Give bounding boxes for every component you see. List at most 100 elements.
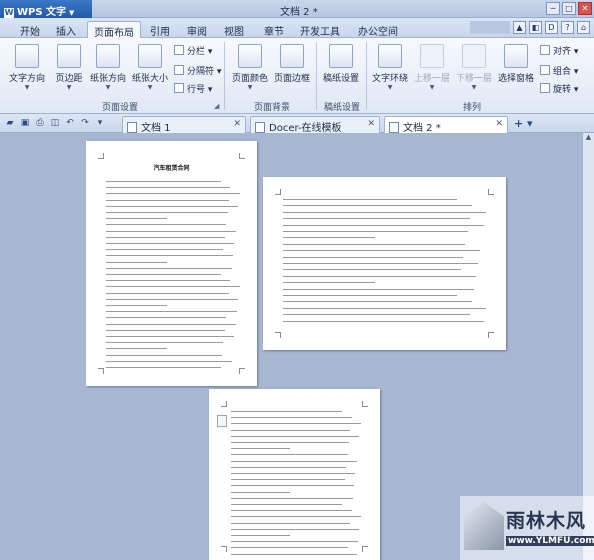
document-page-2[interactable] (263, 177, 506, 350)
tab-review[interactable]: 审阅 (181, 21, 213, 38)
tab-home[interactable]: 开始 (14, 21, 46, 38)
tab-page-layout[interactable]: 页面布局 (87, 21, 141, 39)
text-line (106, 261, 167, 263)
crop-mark (275, 332, 281, 338)
text-line (283, 218, 470, 220)
close-tab-icon[interactable]: ✕ (233, 119, 241, 129)
page-border-label: 页面边框 (273, 74, 310, 84)
orientation-button[interactable]: 纸张方向 ▼ (88, 44, 128, 91)
help-icon[interactable]: ? (561, 21, 574, 34)
print-icon[interactable]: ⎙ (34, 117, 46, 129)
manuscript-settings-button[interactable]: 稿纸设置 (320, 44, 362, 84)
user-account-area[interactable] (470, 21, 510, 34)
group-separator (316, 42, 317, 110)
docer-icon[interactable]: D (545, 21, 558, 34)
breaks-button[interactable]: 分隔符 ▾ (174, 64, 221, 77)
close-tab-icon[interactable]: ✕ (367, 119, 375, 129)
text-line (231, 485, 355, 487)
redo-icon[interactable]: ↷ (79, 117, 91, 129)
align-button[interactable]: 对齐 ▾ (540, 44, 578, 57)
document-page-3[interactable] (209, 389, 380, 560)
rotate-label: 旋转 (553, 85, 572, 95)
skin-icon[interactable]: ◧ (529, 21, 542, 34)
send-backward-button[interactable]: 下移一层 ▼ (454, 44, 494, 91)
dialog-launcher-icon[interactable]: ◢ (214, 102, 219, 110)
crop-mark (221, 546, 227, 552)
text-line (231, 423, 361, 425)
tab-insert[interactable]: 插入 (50, 21, 82, 38)
maximize-icon[interactable]: □ (562, 2, 576, 15)
text-line (231, 429, 351, 431)
scroll-up-icon[interactable]: ▲ (583, 133, 594, 143)
rotate-icon (540, 83, 550, 93)
text-line (231, 473, 356, 474)
group-separator (366, 42, 367, 110)
text-line (283, 275, 476, 277)
save-icon[interactable]: ▣ (19, 117, 31, 129)
breaks-icon (174, 65, 184, 75)
document-page-1[interactable]: 汽车租赁合同 (86, 141, 257, 386)
text-line (283, 295, 458, 296)
toolbar-more-icon[interactable]: ▾ (94, 117, 106, 129)
text-line (106, 236, 225, 238)
document-icon (217, 415, 227, 427)
tab-view[interactable]: 视图 (218, 21, 250, 38)
text-line (106, 181, 221, 182)
text-line (106, 193, 240, 195)
wrap-text-button[interactable]: 文字环绕 ▼ (370, 44, 410, 91)
document-icon (389, 122, 399, 133)
crop-mark (98, 368, 104, 374)
columns-button[interactable]: 分栏 ▾ (174, 44, 212, 57)
app-menu-button[interactable]: W WPS 文字 ▼ (0, 0, 92, 18)
open-folder-icon[interactable]: ▰ (4, 117, 16, 129)
crop-mark (488, 189, 494, 195)
new-tab-icon[interactable]: + ▾ (514, 117, 533, 130)
columns-icon (174, 45, 184, 55)
text-line (283, 243, 466, 245)
selection-pane-button[interactable]: 选择窗格 (496, 44, 536, 84)
tab-document-1[interactable]: 文档 1 ✕ (122, 116, 246, 134)
margins-label: 页边距 (55, 74, 83, 84)
page-color-button[interactable]: 页面颜色 ▼ (230, 44, 270, 91)
text-line (106, 286, 240, 288)
text-line (106, 342, 224, 344)
margins-button[interactable]: 页边距 ▼ (52, 44, 86, 91)
text-line (283, 224, 484, 226)
app-name: WPS 文字 (17, 7, 67, 18)
text-line (283, 314, 470, 316)
line-numbers-icon (174, 83, 184, 93)
group-icon (540, 65, 550, 75)
group-button[interactable]: 组合 ▾ (540, 64, 578, 77)
align-label: 对齐 (553, 47, 572, 57)
caret-up-icon[interactable]: ▲ (513, 21, 526, 34)
tab-section[interactable]: 章节 (258, 21, 290, 38)
paper-size-button[interactable]: 纸张大小 ▼ (130, 44, 170, 91)
text-line (231, 528, 360, 530)
text-line (231, 417, 352, 419)
line-numbers-button[interactable]: 行号 ▾ (174, 82, 212, 95)
print-preview-icon[interactable]: ◫ (49, 117, 61, 129)
orientation-label: 纸张方向 (89, 74, 126, 84)
manuscript-icon (329, 44, 353, 68)
manuscript-group-label: 稿纸设置 (323, 103, 360, 113)
tab-office-space[interactable]: 办公空间 (352, 21, 404, 38)
minimize-icon[interactable]: ─ (546, 2, 560, 15)
text-line (283, 288, 474, 290)
close-icon[interactable]: ✕ (578, 2, 592, 15)
tab-document-2[interactable]: 文档 2 * ✕ (384, 116, 508, 134)
text-line (106, 187, 231, 189)
arrange-group-label: 排列 (462, 103, 481, 113)
home-icon[interactable]: ⌂ (577, 21, 590, 34)
bring-forward-button[interactable]: 上移一层 ▼ (412, 44, 452, 91)
rotate-button[interactable]: 旋转 ▾ (540, 82, 578, 95)
tab-developer[interactable]: 开发工具 (294, 21, 346, 38)
undo-icon[interactable]: ↶ (64, 117, 76, 129)
tab-docer-templates[interactable]: Docer-在线模板 ✕ (250, 116, 380, 134)
wps-logo-icon: W (4, 8, 14, 18)
text-direction-button[interactable]: 文字方向 ▼ (6, 44, 48, 91)
close-tab-icon[interactable]: ✕ (495, 119, 503, 129)
chevron-down-icon: ▼ (387, 84, 393, 91)
tab-references[interactable]: 引用 (144, 21, 176, 38)
page-border-button[interactable]: 页面边框 (272, 44, 312, 84)
chevron-down-icon: ▼ (429, 84, 435, 91)
